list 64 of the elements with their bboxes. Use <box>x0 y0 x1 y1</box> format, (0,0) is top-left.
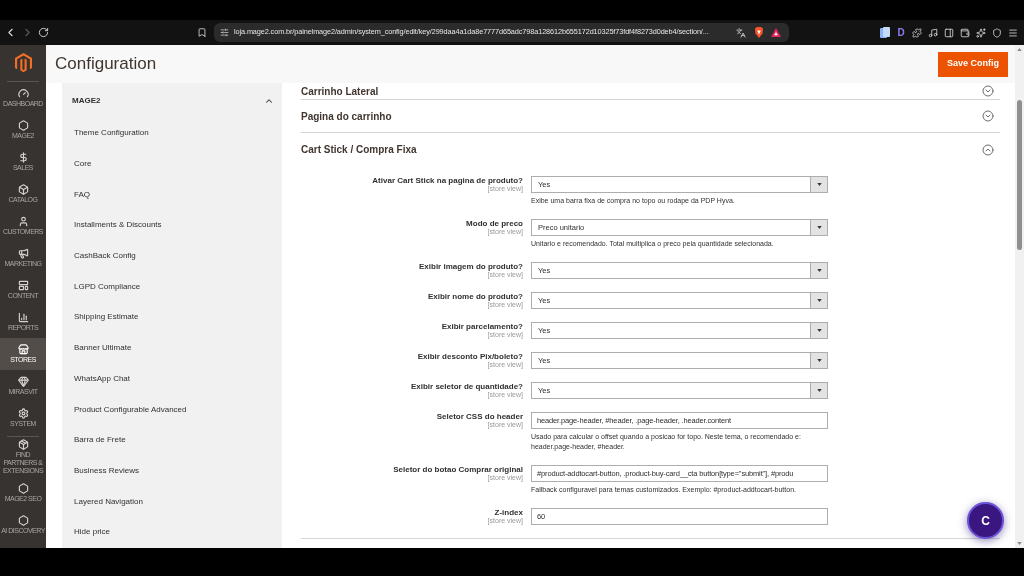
config-tab-link[interactable]: CashBack Config <box>62 240 282 272</box>
config-tab-link[interactable]: LGPD Compliance <box>62 271 282 303</box>
box-icon <box>17 184 29 195</box>
config-tab-link[interactable]: Theme Configuration <box>62 118 282 149</box>
hexagon-icon <box>17 515 29 526</box>
section-header[interactable]: Carrinho Lateral <box>301 83 1000 100</box>
store-icon <box>17 344 29 355</box>
field-label: Exibir desconto Pix/boleto? <box>417 352 523 361</box>
hexagon-icon <box>17 483 29 494</box>
field-label: Exibir nome do produto? <box>427 292 523 301</box>
shield-logo-icon[interactable] <box>754 27 764 38</box>
config-tab-link[interactable]: Business Reviews <box>62 455 282 487</box>
field-label: Seletor do botao Comprar original <box>393 465 523 474</box>
layout-icon <box>17 280 29 291</box>
scrollbar-track[interactable] <box>1015 45 1024 548</box>
section-header[interactable]: Pagina do carrinho <box>301 100 1000 133</box>
bar-chart-icon <box>17 312 29 323</box>
config-tab-link[interactable]: WhatsApp Chat <box>62 363 282 395</box>
field-label: Z-index <box>494 508 523 517</box>
page-title: Configuration <box>55 53 157 76</box>
config-tab-link[interactable]: Product Configurable Advanced <box>62 394 282 425</box>
config-tab-link[interactable]: Barra de Frete <box>62 424 282 456</box>
config-tab-link[interactable]: Installments & Discounts <box>62 210 282 241</box>
config-tab-link[interactable]: Shipping Estimate <box>62 302 282 333</box>
sparkle-icon[interactable] <box>976 27 986 38</box>
menu-icon[interactable] <box>1008 27 1018 38</box>
dollar-icon <box>17 152 29 163</box>
shield-icon[interactable] <box>992 27 1002 38</box>
package-icon <box>17 439 29 450</box>
sidebar-icon[interactable] <box>944 27 954 38</box>
gauge-icon <box>17 88 29 99</box>
config-tab-link[interactable]: Banner Ultimate <box>62 332 282 364</box>
section-header[interactable]: Cart Stick / Compra Fixa <box>301 133 1000 166</box>
field-label: Ativar Cart Stick na pagina de produto? <box>372 176 523 185</box>
scroll-down-icon[interactable] <box>1017 542 1022 545</box>
extension-button[interactable]: D <box>896 27 906 38</box>
config-tab-link[interactable]: Layered Navigation <box>62 486 282 517</box>
music-icon[interactable] <box>928 27 938 38</box>
person-icon <box>17 216 29 227</box>
field-label: Exibir imagem do produto? <box>419 262 523 271</box>
hexagon-icon <box>17 120 29 131</box>
triangle-icon[interactable] <box>771 28 781 37</box>
logo-icon[interactable] <box>14 53 32 73</box>
wallet-icon[interactable] <box>960 27 970 38</box>
field-label: Seletor CSS do header <box>436 412 523 421</box>
scrollbar-thumb[interactable] <box>1017 100 1022 250</box>
save-config-button[interactable]: Save Config <box>938 51 1008 77</box>
bookmark-icon[interactable] <box>197 27 207 38</box>
field-label: Exibir seletor de quantidade? <box>410 382 523 391</box>
settings-icon <box>17 408 29 419</box>
scroll-up-icon[interactable] <box>1017 48 1022 51</box>
config-tab-link[interactable]: Core <box>62 148 282 180</box>
puzzle-icon[interactable] <box>912 27 922 38</box>
field-label: Modo de preco <box>466 219 523 228</box>
reload-icon[interactable] <box>38 27 49 38</box>
gem-icon <box>17 376 29 387</box>
config-tab-link[interactable]: FAQ <box>62 179 282 211</box>
translate-icon[interactable] <box>736 27 746 38</box>
config-tab-link[interactable]: Hide price <box>62 516 282 548</box>
megaphone-icon <box>17 248 29 259</box>
sliders-icon[interactable] <box>220 28 229 37</box>
config-group-header[interactable]: MAGE2 <box>62 83 282 118</box>
field-label: Exibir parcelamento? <box>441 322 523 331</box>
document-icon[interactable] <box>880 27 890 38</box>
